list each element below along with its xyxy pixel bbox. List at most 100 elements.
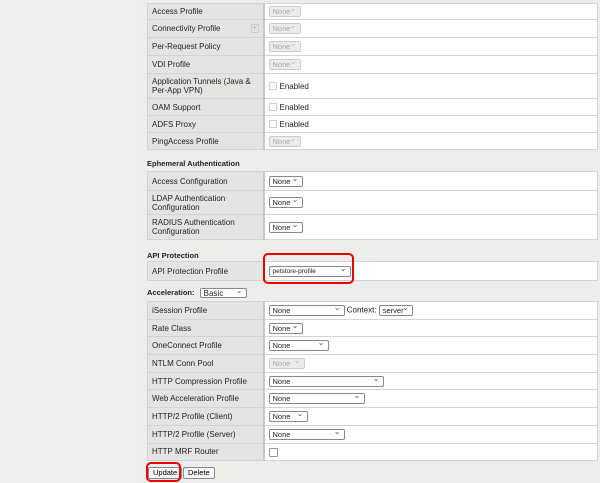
table-row: NTLM Conn Pool None [147,354,598,373]
ldap-authentication-configuration-select[interactable]: None [268,195,303,208]
table-row: Rate Class None [147,318,598,338]
label-text: Connectivity Profile [152,24,221,33]
value-cell: None [263,424,598,444]
oneconnect-profile-label: OneConnect Profile [147,336,265,356]
label-text: ADFS Proxy [152,119,197,129]
http-2-profile-server-select[interactable]: None [268,427,345,440]
table-row: HTTP Compression Profile None [147,371,598,391]
acceleration-heading: Acceleration: Basic [147,286,247,299]
pingaccess-profile-label: PingAccess Profile [147,132,265,150]
highlight-box-update [146,462,181,482]
oneconnect-profile-select[interactable]: None [268,338,329,352]
adfs-proxy-checkbox[interactable] [268,120,277,129]
rate-class-label: Rate Class [147,318,265,338]
http-2-profile-client-label: HTTP/2 Profile (Client) [147,407,265,426]
ephemeral-auth-heading: Ephemeral Authentication [147,159,240,168]
context-select[interactable]: server [378,303,413,316]
access-profile-select[interactable]: None [268,4,301,17]
table-row: ADFS Proxy Enabled [147,115,598,133]
value-cell: None [263,407,598,426]
isession-profile-select[interactable]: None [268,303,345,316]
value-cell: None [263,371,598,391]
value-cell: None [263,171,598,191]
api-protection-table: API Protection Profile petstore-profile [147,261,598,281]
per-request-policy-label: Per-Request Policy [147,37,265,56]
table-row: Access Configuration None [147,171,598,191]
table-row: VDI Profile None [147,55,598,74]
http-2-profile-server-label: HTTP/2 Profile (Server) [147,424,265,444]
value-cell [263,442,598,462]
access-configuration-label: Access Configuration [147,171,265,191]
table-row: + Connectivity Profile None [147,19,598,38]
label-text: PingAccess Profile [152,136,219,146]
isession-profile-label: iSession Profile [147,301,265,320]
profiles-table: Access Profile None + Connectivity Profile N… [147,3,598,150]
table-row: LDAP Authentication Configuration None [147,190,598,215]
ntlm-conn-pool-label: NTLM Conn Pool [147,354,265,373]
context-label: Context: [346,305,377,315]
label-text: VDI Profile [152,60,191,69]
pingaccess-profile-select[interactable]: None [268,134,301,147]
value-cell: None [263,55,598,74]
value-cell: None [263,389,598,409]
enabled-label: Enabled [279,119,309,129]
radius-authentication-configuration-select[interactable]: None [268,220,303,233]
table-row: HTTP MRF Router [147,442,598,462]
left-sidebar [0,0,140,483]
connectivity-profile-label: + Connectivity Profile [147,19,265,38]
application-tunnels-java-per-app-vpn-label: Application Tunnels (Java & Per-App VPN) [147,73,265,99]
http-mrf-router-label: HTTP MRF Router [147,442,265,462]
rate-class-select[interactable]: None [268,321,303,334]
main-panel: Access Profile None + Connectivity Profile N… [140,0,600,483]
delete-button[interactable]: Delete [183,467,215,479]
enabled-label: Enabled [279,102,309,112]
acceleration-label: Acceleration: [147,288,195,297]
value-cell: None [263,132,598,150]
value-cell: None [263,214,598,240]
table-row: Application Tunnels (Java & Per-App VPN)… [147,73,598,99]
table-row: RADIUS Authentication Configuration None [147,214,598,240]
add-icon[interactable]: + [250,24,259,33]
application-tunnels-java-per-app-vpn-checkbox[interactable] [268,82,277,91]
table-row: Access Profile None [147,3,598,20]
adfs-proxy-label: ADFS Proxy [147,115,265,133]
table-row: OAM Support Enabled [147,98,598,116]
oam-support-label: OAM Support [147,98,265,116]
value-cell: Enabled [263,115,598,133]
api-protection-profile-label: API Protection Profile [147,261,265,281]
ntlm-conn-pool-select[interactable]: None [268,356,305,369]
value-cell: Enabled [263,73,598,99]
radius-authentication-configuration-label: RADIUS Authentication Configuration [147,214,265,240]
value-cell: None [263,318,598,338]
vdi-profile-select[interactable]: None [268,57,301,70]
http-mrf-router-checkbox[interactable] [268,447,278,457]
http-2-profile-client-select[interactable]: None [268,409,308,422]
table-row: HTTP/2 Profile (Client) None [147,407,598,426]
acceleration-table: iSession ProfileNone Context: serverRate… [147,301,598,462]
value-cell: None [263,336,598,356]
per-request-policy-select[interactable]: None [268,39,301,52]
http-compression-profile-select[interactable]: None [268,374,384,387]
access-configuration-select[interactable]: None [268,174,303,187]
value-cell: None [263,3,598,20]
table-row: iSession ProfileNone Context: server [147,301,598,320]
enabled-label: Enabled [279,81,309,91]
acceleration-mode-select[interactable]: Basic [199,286,247,299]
label-text: Access Profile [152,7,203,16]
label-text: Application Tunnels (Java & Per-App VPN) [152,77,251,95]
api-protection-heading: API Protection [147,251,199,260]
ldap-authentication-configuration-label: LDAP Authentication Configuration [147,190,265,215]
table-row: PingAccess Profile None [147,132,598,150]
oam-support-checkbox[interactable] [268,103,277,112]
value-cell: None [263,37,598,56]
table-row: Web Acceleration Profile None [147,389,598,409]
value-cell: None [263,190,598,215]
label-text: OAM Support [152,102,201,112]
table-row: OneConnect Profile None [147,336,598,356]
value-cell: None [263,354,598,373]
connectivity-profile-select[interactable]: None [268,21,301,34]
label-text: Per-Request Policy [152,42,221,51]
web-acceleration-profile-select[interactable]: None [268,391,365,405]
http-compression-profile-label: HTTP Compression Profile [147,371,265,391]
web-acceleration-profile-label: Web Acceleration Profile [147,389,265,409]
